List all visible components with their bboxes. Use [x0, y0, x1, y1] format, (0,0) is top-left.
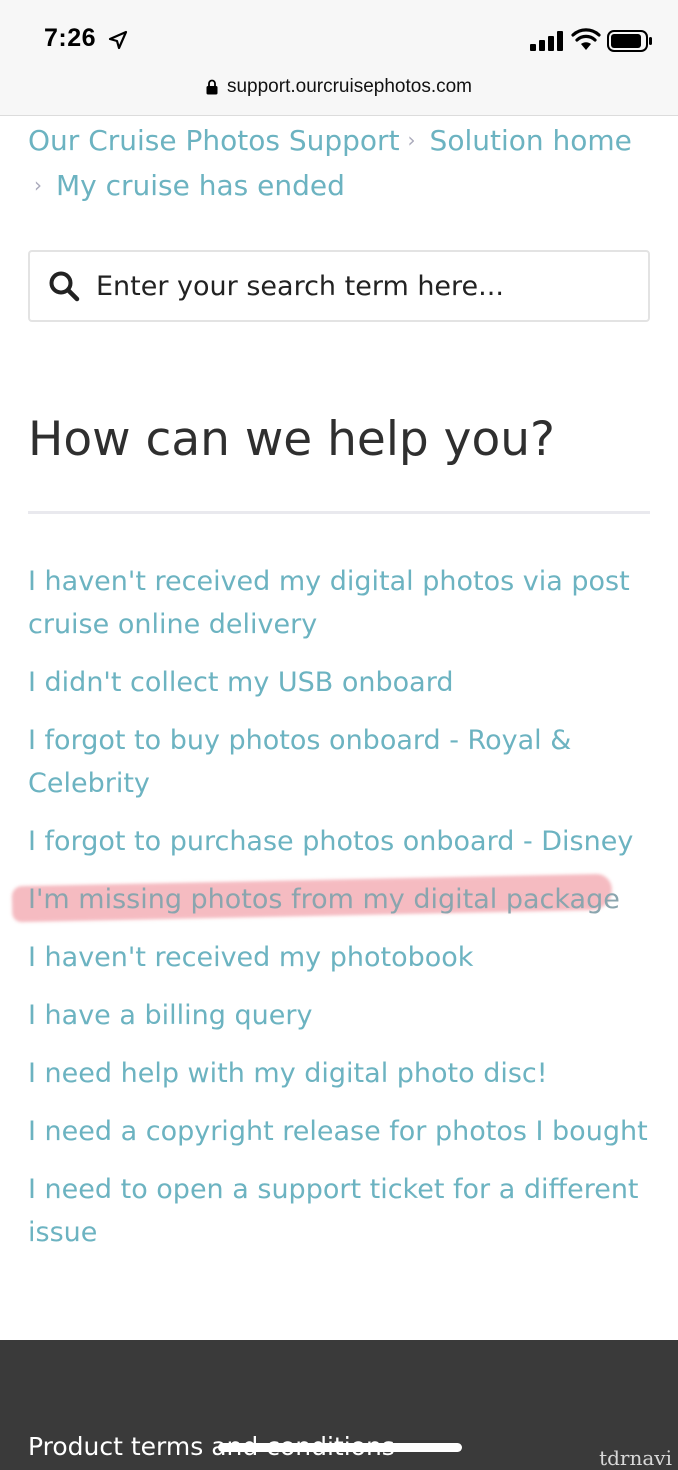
status-time: 7:26 [44, 24, 97, 52]
lock-icon [206, 79, 218, 95]
breadcrumb-item-solution-home[interactable]: Solution home [430, 124, 632, 157]
address-bar[interactable]: support.ourcruisephotos.com [0, 72, 678, 102]
solution-list: I haven't received my digital photos via… [28, 560, 658, 1269]
solution-link-highlighted[interactable]: I'm missing photos from my digital packa… [28, 878, 658, 921]
location-arrow-icon [108, 30, 128, 50]
search-box[interactable] [28, 250, 650, 322]
cellular-signal-icon [530, 31, 563, 51]
status-bar: 7:26 support.ourcruisephotos.com [0, 0, 678, 116]
solution-link[interactable]: I need help with my digital photo disc! [28, 1052, 658, 1095]
solution-link[interactable]: I haven't received my digital photos via… [28, 560, 658, 646]
breadcrumb-item-support-home[interactable]: Our Cruise Photos Support [28, 124, 400, 157]
breadcrumb-separator: › [34, 173, 42, 197]
battery-icon [607, 30, 652, 52]
url-text: support.ourcruisephotos.com [226, 76, 472, 97]
solution-link[interactable]: I forgot to buy photos onboard - Royal &… [28, 719, 658, 805]
solution-link[interactable]: I need a copyright release for photos I … [28, 1110, 658, 1153]
breadcrumb-separator: › [407, 128, 416, 152]
wifi-icon [571, 28, 601, 50]
solution-link[interactable]: I haven't received my photobook [28, 936, 658, 979]
breadcrumb: Our Cruise Photos Support › Solution home … [28, 118, 658, 208]
search-icon [49, 271, 80, 302]
divider [28, 511, 650, 514]
solution-link[interactable]: I have a billing query [28, 994, 658, 1037]
solution-link[interactable]: I didn't collect my USB onboard [28, 661, 658, 704]
solution-link[interactable]: I forgot to purchase photos onboard - Di… [28, 820, 658, 863]
search-input[interactable] [96, 270, 648, 302]
solution-link[interactable]: I need to open a support ticket for a di… [28, 1168, 658, 1254]
page-title: How can we help you? [28, 412, 555, 467]
home-indicator[interactable] [218, 1443, 462, 1452]
breadcrumb-item-current[interactable]: My cruise has ended [56, 169, 345, 202]
watermark: tdrnavi [599, 1446, 672, 1470]
